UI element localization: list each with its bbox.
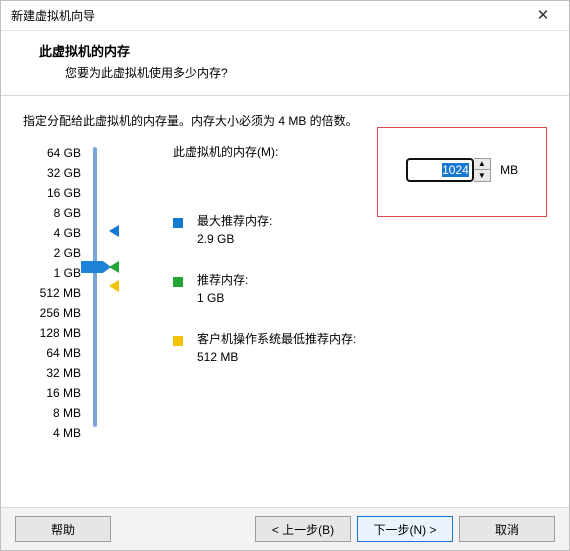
min-recommended-value: 512 MB [197,350,356,366]
max-recommended-label: 最大推荐内存: [197,214,272,230]
scale-label: 2 GB [23,243,81,263]
recommended-row: 推荐内存: 1 GB [173,273,547,306]
page-subtitle: 您要为此虚拟机使用多少内存? [39,64,569,81]
scale-label: 32 MB [23,363,81,383]
scale-label: 512 MB [23,283,81,303]
memory-spinner: ▲ ▼ [406,158,491,182]
scale-label: 16 GB [23,183,81,203]
window-title: 新建虚拟机向导 [11,7,95,24]
page-title: 此虚拟机的内存 [39,41,569,60]
wizard-footer: 帮助 < 上一步(B) 下一步(N) > 取消 [1,507,569,550]
recommended-value: 1 GB [197,291,248,307]
recommendations: 最大推荐内存: 2.9 GB 推荐内存: 1 GB [173,214,547,366]
square-blue-icon [173,218,183,228]
memory-scale: 64 GB 32 GB 16 GB 8 GB 4 GB 2 GB 1 GB 51… [23,141,547,471]
min-recommended-row: 客户机操作系统最低推荐内存: 512 MB [173,332,547,365]
info-column: 此虚拟机的内存(M): ▲ ▼ MB 最大 [173,143,547,392]
spinner-buttons: ▲ ▼ [474,158,491,182]
memory-input-highlight: ▲ ▼ MB [377,127,547,217]
scale-label: 128 MB [23,323,81,343]
scale-label: 8 GB [23,203,81,223]
wizard-header: 此虚拟机的内存 您要为此虚拟机使用多少内存? [1,31,569,96]
memory-step-down-button[interactable]: ▼ [474,170,490,181]
wizard-window: 新建虚拟机向导 ✕ 此虚拟机的内存 您要为此虚拟机使用多少内存? 指定分配给此虚… [0,0,570,551]
scale-label: 1 GB [23,263,81,283]
titlebar: 新建虚拟机向导 ✕ [1,1,569,31]
next-button[interactable]: 下一步(N) > [357,516,453,542]
square-green-icon [173,277,183,287]
scale-labels: 64 GB 32 GB 16 GB 8 GB 4 GB 2 GB 1 GB 51… [23,143,81,443]
memory-slider-thumb[interactable] [81,261,103,273]
close-icon[interactable]: ✕ [523,8,563,23]
max-recommended-value: 2.9 GB [197,232,272,248]
marker-min-icon [109,280,119,292]
scale-label: 4 MB [23,423,81,443]
marker-max-icon [109,225,119,237]
back-button[interactable]: < 上一步(B) [255,516,351,542]
scale-label: 256 MB [23,303,81,323]
scale-label: 64 MB [23,343,81,363]
scale-label: 4 GB [23,223,81,243]
scale-label: 32 GB [23,163,81,183]
memory-input[interactable] [406,158,474,182]
help-button[interactable]: 帮助 [15,516,111,542]
scale-label: 8 MB [23,403,81,423]
memory-unit: MB [500,163,518,177]
min-recommended-label: 客户机操作系统最低推荐内存: [197,332,356,348]
square-yellow-icon [173,336,183,346]
memory-step-up-button[interactable]: ▲ [474,159,490,170]
scale-label: 16 MB [23,383,81,403]
content-area: 指定分配给此虚拟机的内存量。内存大小必须为 4 MB 的倍数。 64 GB 32… [1,96,569,507]
cancel-button[interactable]: 取消 [459,516,555,542]
memory-slider-track[interactable] [93,147,97,427]
marker-recommended-icon [109,261,119,273]
max-recommended-row: 最大推荐内存: 2.9 GB [173,214,547,247]
scale-label: 64 GB [23,143,81,163]
recommended-label: 推荐内存: [197,273,248,289]
